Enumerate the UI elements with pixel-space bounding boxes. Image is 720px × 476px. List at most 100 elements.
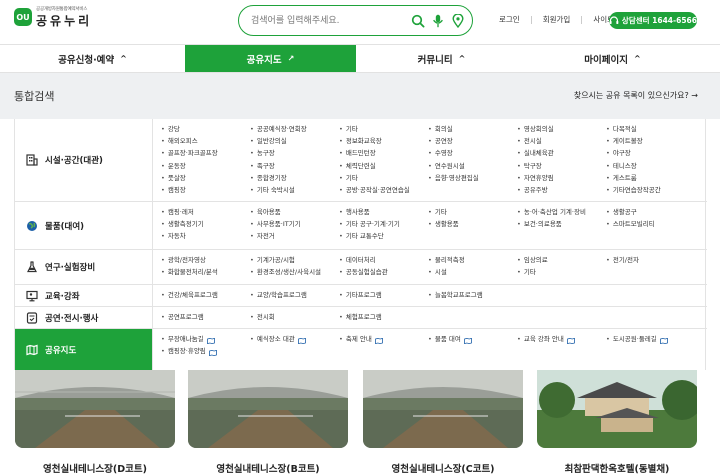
category-item-link[interactable]: 게이트볼장 xyxy=(606,135,643,147)
category-item-label: 물품 대여 xyxy=(434,335,461,343)
category-item-link[interactable]: 공유주방 xyxy=(517,184,548,196)
category-item-link[interactable]: 교양/학습프로그램 xyxy=(250,289,307,301)
category-item-link[interactable]: 일반강의실 xyxy=(250,135,287,147)
category-item-link[interactable]: 기타 xyxy=(517,266,536,278)
search-icon[interactable] xyxy=(410,13,426,29)
facility-card[interactable]: 영천실내테니스장(B코트) xyxy=(188,370,348,475)
category-item-link[interactable]: 시설 xyxy=(428,266,447,278)
category-item-link[interactable]: 임상의료 xyxy=(517,254,548,266)
category-item-link[interactable]: 축제 안내 xyxy=(339,333,383,345)
category-item-link[interactable]: 기타 xyxy=(339,172,358,184)
nav-item-apply[interactable]: 공유신청·예약 ^ xyxy=(0,45,185,72)
category-item-link[interactable]: 운동장 xyxy=(161,160,186,172)
category-item-link[interactable]: 공연프로그램 xyxy=(161,311,204,323)
site-logo[interactable]: OU 공공개방자원통합예약서비스 공유누리 xyxy=(14,7,92,27)
category-item-link[interactable]: 기타 교통수단 xyxy=(339,230,384,242)
microphone-icon[interactable] xyxy=(430,13,446,29)
category-item-link[interactable]: 기타 숙박시설 xyxy=(250,184,295,196)
category-item-link[interactable]: 전시실 xyxy=(517,135,542,147)
category-item-link[interactable]: 영상회의실 xyxy=(517,123,554,135)
category-item-link[interactable]: 자동차 xyxy=(161,230,186,242)
category-item-link[interactable]: 생활용품 xyxy=(428,218,459,230)
category-header[interactable]: 물품(대여) xyxy=(15,202,153,249)
category-item-link[interactable]: 육아용품 xyxy=(250,206,281,218)
category-item-link[interactable]: 광학/전자영상 xyxy=(161,254,206,266)
category-item-link[interactable]: 공동실험실습관 xyxy=(339,266,388,278)
category-item-link[interactable]: 다목적실 xyxy=(606,123,637,135)
category-item-link[interactable]: 캠핑·레저 xyxy=(161,206,194,218)
category-item-link[interactable]: 농·어·축산업 기계·장비 xyxy=(517,206,586,218)
category-item-link[interactable]: 자연휴양림 xyxy=(517,172,554,184)
category-item-link[interactable]: 도시공원·둘레길 xyxy=(606,333,668,345)
category-item-link[interactable]: 공방·공작실·공연연습실 xyxy=(339,184,410,196)
category-item-link[interactable]: 체험프로그램 xyxy=(339,311,382,323)
category-item-link[interactable]: 음향·영상편집실 xyxy=(428,172,479,184)
category-header[interactable]: 연구·실험장비 xyxy=(15,250,153,284)
category-item-link[interactable]: 자전거 xyxy=(250,230,275,242)
category-item-label: 화합물전처리/분석 xyxy=(167,268,218,277)
category-item-link[interactable]: 사무용품·IT기기 xyxy=(250,218,301,230)
nav-item-mypage[interactable]: 마이페이지 ^ xyxy=(527,45,698,72)
category-item-link[interactable]: 캠핑장 xyxy=(161,184,186,196)
category-item-link[interactable]: 농구장 xyxy=(250,147,275,159)
category-item-link[interactable]: 무장애나눔길 xyxy=(161,333,215,345)
category-item-link[interactable]: 환경조성/생산/사육시설 xyxy=(250,266,321,278)
category-item-link[interactable]: 테니스장 xyxy=(606,160,637,172)
category-item-link[interactable]: 기타 xyxy=(339,123,358,135)
category-item-link[interactable]: 생활공구 xyxy=(606,206,637,218)
category-item-link[interactable]: 전시회 xyxy=(250,311,275,323)
category-item-link[interactable]: 예식장소 대관 xyxy=(250,333,306,345)
category-item-link[interactable]: 골프장·파크골프장 xyxy=(161,147,218,159)
category-item-link[interactable]: 기타 xyxy=(428,206,447,218)
category-header[interactable]: 시설·공간(대관) xyxy=(15,119,153,201)
category-item-link[interactable]: 강당 xyxy=(161,123,180,135)
category-item-link[interactable]: 데이터처리 xyxy=(339,254,376,266)
category-header[interactable]: 교육·강좌 xyxy=(15,285,153,306)
category-item-link[interactable]: 정보화교육장 xyxy=(339,135,382,147)
category-item-link[interactable]: 야구장 xyxy=(606,147,631,159)
category-item-link[interactable]: 기타 공구·기계·기기 xyxy=(339,218,400,230)
category-item-link[interactable]: 종합경기장 xyxy=(250,172,287,184)
category-item-link[interactable]: 물품 대여 xyxy=(428,333,472,345)
category-item-link[interactable]: 풋살장 xyxy=(161,172,186,184)
category-item-link[interactable]: 기타연습장작공간 xyxy=(606,184,661,196)
location-pin-icon[interactable] xyxy=(450,13,466,29)
category-item-link[interactable]: 해외오피스 xyxy=(161,135,198,147)
category-item-link[interactable]: 늘봄학교프로그램 xyxy=(428,289,483,301)
request-share-link[interactable]: 찾으시는 공유 목록이 있으신가요? → xyxy=(574,90,698,101)
category-item-link[interactable]: 화합물전처리/분석 xyxy=(161,266,218,278)
category-item-link[interactable]: 행사용품 xyxy=(339,206,370,218)
category-item-link[interactable]: 물리적측정 xyxy=(428,254,465,266)
category-item-link[interactable]: 건강/체육프로그램 xyxy=(161,289,218,301)
category-item-link[interactable]: 체력단련실 xyxy=(339,160,376,172)
category-item-link[interactable]: 캠핑장·휴양림 xyxy=(161,345,217,357)
category-item-link[interactable]: 탁구장 xyxy=(517,160,542,172)
search-input[interactable] xyxy=(251,12,401,29)
category-item-link[interactable]: 공연장 xyxy=(428,135,453,147)
signup-link[interactable]: 회원가입 xyxy=(543,14,571,25)
category-item-link[interactable]: 배드민턴장 xyxy=(339,147,376,159)
callcenter-button[interactable]: 상담센터 1644-6566 xyxy=(609,12,697,29)
category-item-link[interactable]: 생활측정기기 xyxy=(161,218,204,230)
login-link[interactable]: 로그인 xyxy=(499,14,520,25)
category-item-link[interactable]: 수영장 xyxy=(428,147,453,159)
category-header[interactable]: 공연·전시·행사 xyxy=(15,307,153,328)
category-item-link[interactable]: 스마트모빌리티 xyxy=(606,218,655,230)
facility-card[interactable]: 영천실내테니스장(C코트) xyxy=(363,370,523,475)
facility-card[interactable]: 최참판댁한옥호텔(동별채) xyxy=(537,370,697,475)
category-header[interactable]: 공유지도 xyxy=(15,329,153,370)
category-item-link[interactable]: 실내체육관 xyxy=(517,147,554,159)
category-item-link[interactable]: 회의실 xyxy=(428,123,453,135)
category-item-link[interactable]: 교육 강좌 안내 xyxy=(517,333,575,345)
nav-item-share-map[interactable]: 공유지도 ↗ xyxy=(185,45,356,72)
category-item-link[interactable]: 연수원시설 xyxy=(428,160,465,172)
facility-card[interactable]: 영천실내테니스장(D코트) xyxy=(15,370,175,475)
category-item-link[interactable]: 게스트룸 xyxy=(606,172,637,184)
category-item-link[interactable]: 전기/전자 xyxy=(606,254,639,266)
nav-item-community[interactable]: 커뮤니티 ^ xyxy=(356,45,527,72)
category-item-link[interactable]: 족구장 xyxy=(250,160,275,172)
category-item-link[interactable]: 공공예식장·연회장 xyxy=(250,123,307,135)
category-item-link[interactable]: 기계가공/시험 xyxy=(250,254,295,266)
category-item-link[interactable]: 보건·의료용품 xyxy=(517,218,562,230)
category-item-link[interactable]: 기타프로그램 xyxy=(339,289,382,301)
